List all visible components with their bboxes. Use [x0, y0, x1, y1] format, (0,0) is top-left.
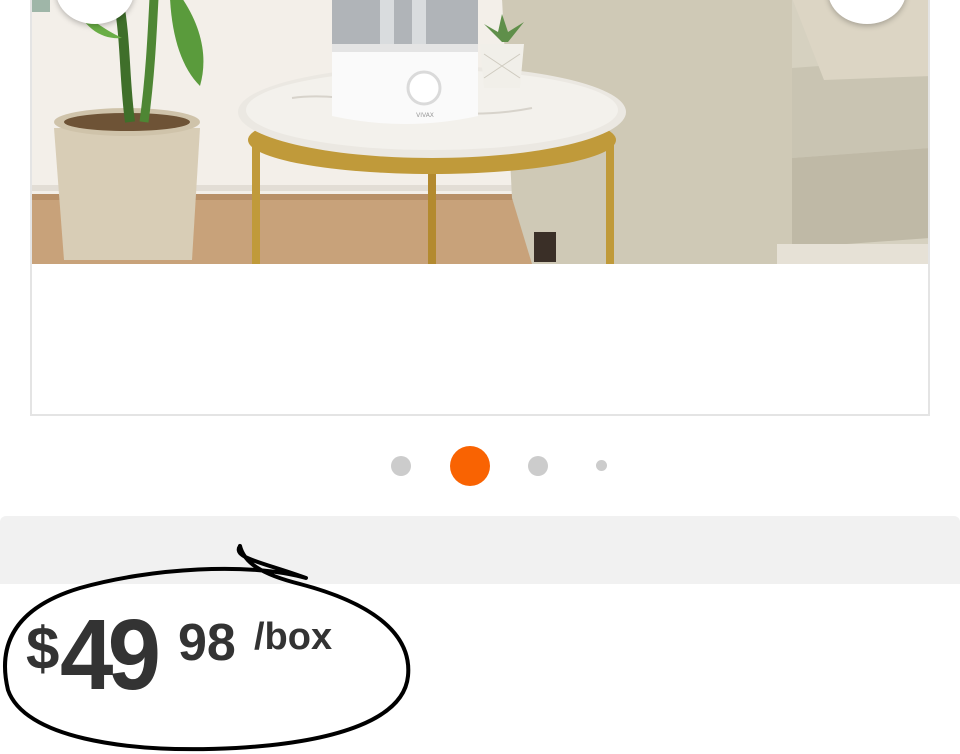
carousel-dot-4[interactable]: [596, 460, 607, 471]
price-cents: 98: [178, 614, 236, 672]
section-divider: [0, 516, 960, 584]
product-image-card: VIVAX ‹ ›: [30, 0, 930, 416]
carousel-dot-2-active[interactable]: [450, 446, 490, 486]
svg-text:VIVAX: VIVAX: [416, 112, 434, 119]
product-photo[interactable]: VIVAX: [32, 0, 928, 264]
carousel-dot-3[interactable]: [528, 456, 548, 476]
carousel-pagination: [0, 444, 960, 486]
carousel-dot-1[interactable]: [391, 456, 411, 476]
price-dollars: 49: [60, 599, 161, 711]
product-photo-scene: VIVAX: [32, 0, 928, 264]
price-currency: $: [26, 615, 60, 682]
price-unit: /box: [254, 616, 333, 658]
